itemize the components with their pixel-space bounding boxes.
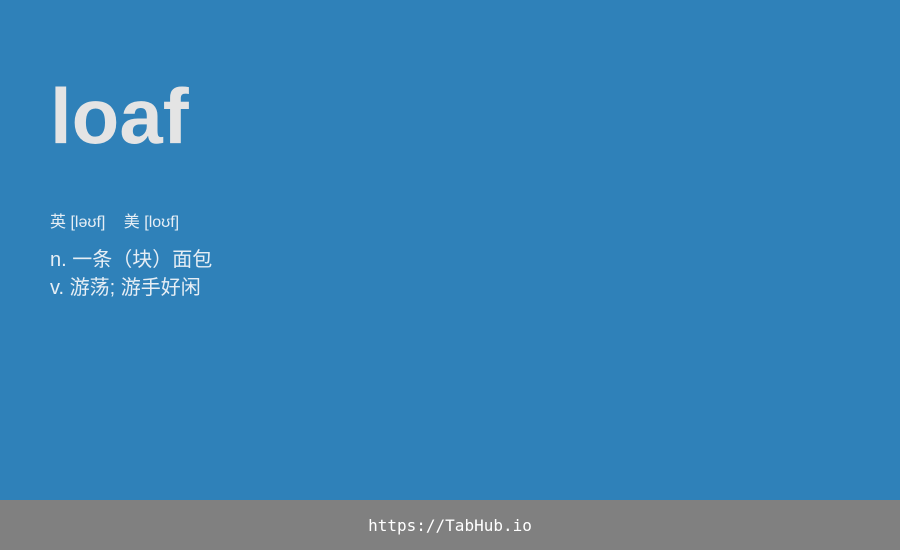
headword: loaf [50, 72, 189, 160]
footer-bar: https://TabHub.io [0, 500, 900, 550]
footer-link[interactable]: https://TabHub.io [368, 516, 532, 535]
definition-verb: v. 游荡; 游手好闲 [50, 277, 201, 299]
phonetics: 英 [ləʊf] 美 [loʊf] [50, 212, 179, 234]
definitions-list: n. 一条（块）面包 v. 游荡; 游手好闲 [50, 246, 212, 302]
word-card: loaf 英 [ləʊf] 美 [loʊf] n. 一条（块）面包 v. 游荡;… [0, 0, 900, 500]
phonetic-uk: 英 [ləʊf] [50, 214, 106, 231]
definition-noun: n. 一条（块）面包 [50, 249, 213, 271]
phonetic-us: 美 [loʊf] [123, 214, 180, 231]
